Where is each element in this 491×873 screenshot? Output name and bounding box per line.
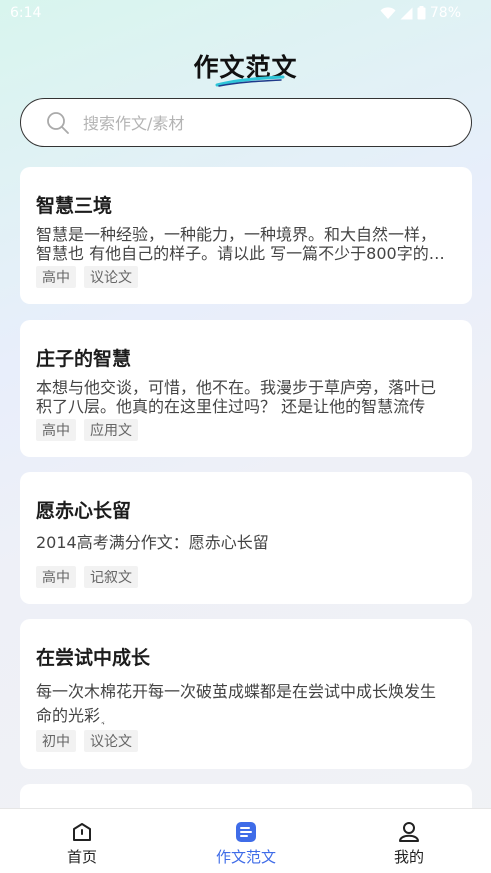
tag-genre: 议论文 — [84, 266, 138, 288]
card-excerpt: 智慧是一种经验，一种能力，一种境界。和大自然一样，智慧也 有他自己的样子。请以此… — [36, 225, 445, 263]
card-title: 智慧三境 — [36, 195, 113, 217]
search-input[interactable] — [83, 109, 453, 137]
tag-level: 高中 — [36, 566, 76, 588]
nav-label-home: 首页 — [66, 848, 97, 866]
profile-icon — [399, 822, 419, 842]
battery-level: 78% — [429, 5, 461, 21]
status-icons: 78% — [380, 5, 461, 21]
title-underline-swoosh — [215, 75, 285, 87]
tag-level: 高中 — [36, 419, 76, 441]
card-tags: 高中 记叙文 — [36, 566, 138, 588]
nav-label-profile: 我的 — [393, 848, 424, 866]
header: 作文范文 — [0, 48, 491, 87]
article-card[interactable]: 在尝试中成长 每一次木棉花开ࣵ每一次破茧成蝶ࣵ都是在尝试中成长ࣵ焕发生命的光彩ࣶ… — [20, 619, 472, 769]
tag-genre: 记叙文 — [84, 566, 138, 588]
article-card[interactable]: 智慧三境 智慧是一种经验，一种能力，一种境界。和大自然一样，智慧也 有他自己的样… — [20, 167, 472, 304]
article-card[interactable]: 愿赤心长留 2014高考满分作文：愿赤心长留 高中 记叙文 — [20, 472, 472, 604]
nav-item-articles[interactable]: 作文范文 — [186, 809, 306, 873]
card-title: 愿赤心长留 — [36, 500, 132, 522]
search-bar[interactable] — [20, 98, 472, 147]
card-tags: 初中 议论文 — [36, 730, 138, 752]
tag-genre: 应用文 — [84, 419, 138, 441]
status-bar: 6:14 78% — [0, 0, 491, 28]
card-excerpt: 2014高考满分作文：愿赤心长留 — [36, 533, 269, 552]
wifi-icon — [380, 6, 396, 19]
card-excerpt: 本想与他交谈，可惜，他不在。我漫步于草庐旁，落叶已积了八层。他真的在这里住过吗？… — [36, 378, 437, 416]
page-title: 作文范文 — [193, 48, 297, 87]
search-icon — [47, 112, 69, 134]
card-tags: 高中 应用文 — [36, 419, 138, 441]
tag-level: 初中 — [36, 730, 76, 752]
article-card[interactable]: 庄子的智慧 本想与他交谈，可惜，他不在。我漫步于草庐旁，落叶已积了八层。他真的在… — [20, 320, 472, 457]
tag-level: 高中 — [36, 266, 76, 288]
card-excerpt: 每一次木棉花开ࣵ每一次破茧成蝶ࣵ都是在尝试中成长ࣵ焕发生命的光彩ࣶ — [36, 682, 437, 725]
tag-genre: 议论文 — [84, 730, 138, 752]
card-title: 庄子的智慧 — [36, 348, 132, 370]
battery-icon — [417, 6, 426, 20]
nav-label-articles: 作文范文 — [215, 848, 276, 866]
card-title: 在尝试中成长 — [36, 647, 151, 669]
status-time: 6:14 — [10, 5, 42, 21]
card-tags: 高中 议论文 — [36, 266, 138, 288]
nav-item-profile[interactable]: 我的 — [349, 809, 469, 873]
bottom-nav: 首页 作文范文 我的 — [0, 808, 491, 873]
nav-item-home[interactable]: 首页 — [22, 809, 142, 873]
home-icon — [73, 823, 91, 841]
signal-icon — [400, 7, 413, 19]
article-icon — [236, 822, 256, 842]
